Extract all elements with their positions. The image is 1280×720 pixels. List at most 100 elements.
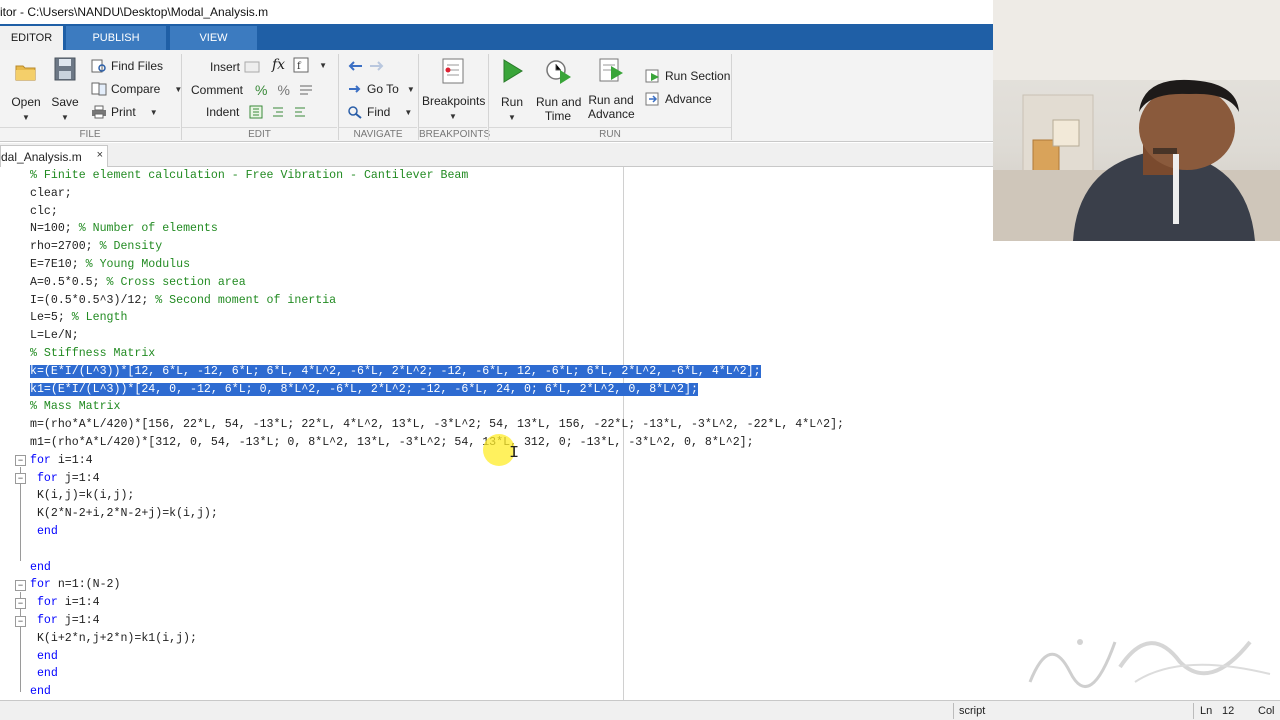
fold-toggle[interactable]: − bbox=[15, 455, 26, 466]
code-comment: % Stiffness Matrix bbox=[30, 347, 156, 360]
code-text: L=Le/N; bbox=[30, 329, 79, 343]
window-title: itor - C:\Users\NANDU\Desktop\Modal_Anal… bbox=[0, 0, 993, 24]
run-and-advance-icon bbox=[599, 58, 623, 82]
fold-toggle[interactable]: − bbox=[15, 473, 26, 484]
code-line[interactable]: for j=1:4 bbox=[30, 470, 100, 488]
code-line[interactable]: for n=1:(N-2) bbox=[30, 576, 120, 594]
code-keyword: for bbox=[30, 453, 51, 467]
chevron-down-icon: ▼ bbox=[508, 113, 516, 122]
close-icon[interactable]: × bbox=[97, 149, 103, 161]
tab-editor[interactable]: EDITOR bbox=[0, 26, 63, 50]
code-text: K(i,j)=k(i,j); bbox=[30, 489, 135, 503]
status-mode: script bbox=[959, 705, 986, 717]
advance-button[interactable]: Advance bbox=[645, 92, 712, 106]
wrap-comments-icon bbox=[299, 85, 312, 95]
code-comment: % Mass Matrix bbox=[30, 400, 121, 414]
code-line[interactable]: end bbox=[30, 683, 51, 700]
status-col-label: Col bbox=[1258, 705, 1275, 717]
code-line[interactable]: clear; bbox=[30, 185, 72, 203]
run-and-time-button[interactable]: Run and Time bbox=[536, 58, 581, 123]
go-to-button[interactable]: Go To ▼ bbox=[347, 82, 415, 96]
run-section-button[interactable]: Run Section bbox=[645, 69, 730, 83]
code-keyword: for bbox=[36, 596, 58, 610]
tab-view[interactable]: VIEW bbox=[170, 26, 257, 50]
insert-icon bbox=[244, 61, 260, 73]
code-line[interactable]: end bbox=[30, 648, 58, 666]
comment-icon: % bbox=[255, 82, 268, 98]
ribbon-tab-bar: EDITOR PUBLISH VIEW bbox=[0, 24, 993, 50]
code-line[interactable]: rho=2700; % Density bbox=[30, 238, 162, 256]
code-text: i=1:4 bbox=[57, 596, 100, 610]
decrease-indent-icon bbox=[295, 107, 306, 117]
code-line[interactable]: A=0.5*0.5; % Cross section area bbox=[30, 274, 246, 292]
code-line[interactable]: Le=5; % Length bbox=[30, 309, 127, 327]
code-comment: % Density bbox=[99, 240, 163, 254]
indent-button[interactable]: Indent bbox=[206, 105, 307, 119]
code-line[interactable]: % Finite element calculation - Free Vibr… bbox=[30, 167, 468, 185]
text-cursor-icon: I bbox=[509, 444, 520, 463]
comment-button[interactable]: Comment % % bbox=[191, 82, 314, 98]
code-line[interactable]: % Stiffness Matrix bbox=[30, 345, 155, 363]
run-button[interactable]: Run ▼ bbox=[496, 58, 528, 123]
code-line[interactable]: L=Le/N; bbox=[30, 327, 79, 345]
find-button[interactable]: Find ▼ bbox=[347, 105, 412, 119]
insert-button[interactable]: Insert bbox=[210, 60, 260, 74]
code-keyword: end bbox=[36, 525, 58, 538]
group-divider bbox=[731, 54, 732, 140]
code-text: I=(0.5*0.5^3)/12; bbox=[30, 293, 156, 307]
back-arrow-icon[interactable] bbox=[346, 59, 364, 73]
find-icon bbox=[348, 106, 362, 119]
code-keyword: end bbox=[36, 649, 58, 663]
code-line[interactable]: end bbox=[30, 559, 51, 577]
status-divider bbox=[1193, 703, 1194, 719]
code-line[interactable]: E=7E10; % Young Modulus bbox=[30, 256, 190, 274]
fx-button[interactable]: fx f ▼ bbox=[272, 57, 327, 73]
code-line[interactable]: K(i,j)=k(i,j); bbox=[30, 487, 134, 505]
code-line[interactable]: I=(0.5*0.5^3)/12; % Second moment of ine… bbox=[30, 292, 336, 310]
find-files-button[interactable]: Find Files bbox=[91, 59, 163, 73]
save-button[interactable]: Save ▼ bbox=[50, 56, 80, 123]
code-line[interactable]: m1=(rho*A*L/420)*[312, 0, 54, -13*L; 0, … bbox=[30, 434, 754, 452]
run-section-icon bbox=[645, 69, 659, 83]
code-line[interactable]: k=(E*I/(L^3))*[12, 6*L, -12, 6*L; 6*L, 4… bbox=[30, 363, 761, 381]
tab-publish[interactable]: PUBLISH bbox=[66, 26, 166, 50]
code-keyword: for bbox=[36, 614, 58, 627]
code-line[interactable]: K(2*N-2+i,2*N-2+j)=k(i,j); bbox=[30, 505, 218, 523]
matlab-editor-window: itor - C:\Users\NANDU\Desktop\Modal_Anal… bbox=[0, 0, 1280, 720]
chevron-down-icon: ▼ bbox=[449, 112, 457, 121]
code-line[interactable]: end bbox=[30, 665, 58, 683]
code-line[interactable]: clc; bbox=[30, 203, 58, 221]
forward-arrow-icon[interactable] bbox=[368, 59, 386, 73]
code-comment: % Young Modulus bbox=[85, 258, 191, 271]
code-line[interactable]: % Mass Matrix bbox=[30, 398, 120, 416]
run-and-advance-button[interactable]: Run and Advance bbox=[588, 56, 635, 121]
open-button[interactable]: Open ▼ bbox=[10, 60, 42, 123]
presenter-video-image bbox=[993, 0, 1280, 241]
code-line[interactable]: m=(rho*A*L/420)*[156, 22*L, 54, -13*L; 2… bbox=[30, 416, 844, 434]
code-line[interactable]: for i=1:4 bbox=[30, 594, 100, 612]
code-text: rho=2700; bbox=[30, 240, 100, 254]
back-forward-buttons[interactable] bbox=[346, 59, 386, 73]
fold-toggle[interactable]: − bbox=[15, 580, 26, 591]
code-line[interactable]: for i=1:4 bbox=[30, 452, 93, 470]
print-button[interactable]: Print ▼ bbox=[91, 105, 158, 119]
code-text: A=0.5*0.5; bbox=[30, 275, 107, 289]
code-line[interactable]: K(i+2*n,j+2*n)=k1(i,j); bbox=[30, 630, 197, 648]
ribbon-toolbar: Open ▼ Save ▼ Find Files Compare ▼ Print… bbox=[0, 50, 993, 142]
code-line[interactable]: N=100; % Number of elements bbox=[30, 220, 218, 238]
chevron-down-icon: ▼ bbox=[406, 84, 415, 94]
increase-indent-icon bbox=[273, 107, 284, 117]
fold-toggle[interactable]: − bbox=[15, 598, 26, 609]
code-text: j=1:4 bbox=[57, 471, 100, 485]
compare-button[interactable]: Compare ▼ bbox=[91, 82, 182, 96]
file-tab-modal-analysis[interactable]: dal_Analysis.m × bbox=[0, 145, 108, 167]
code-line[interactable]: for j=1:4 bbox=[30, 612, 100, 630]
code-line[interactable]: end bbox=[30, 523, 58, 541]
fold-toggle[interactable]: − bbox=[15, 616, 26, 627]
breakpoints-button[interactable]: Breakpoints ▼ bbox=[422, 57, 485, 122]
code-line[interactable]: k1=(E*I/(L^3))*[24, 0, -12, 6*L; 0, 8*L^… bbox=[30, 381, 698, 399]
